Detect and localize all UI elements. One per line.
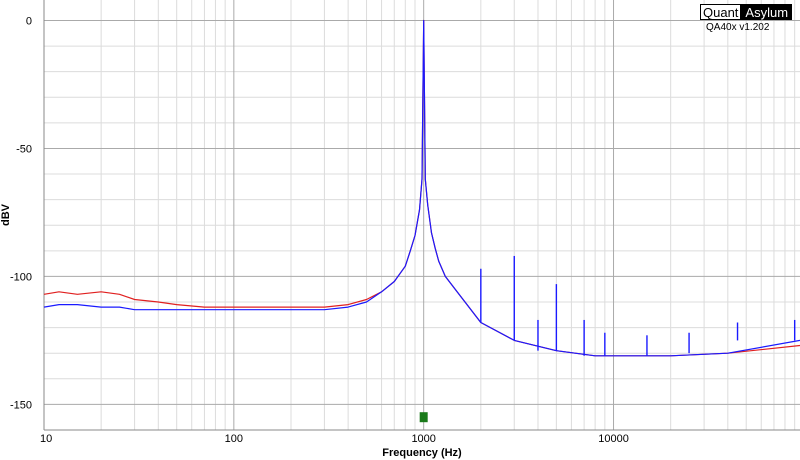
y-tick-label: 0: [26, 15, 32, 27]
y-tick-label: -50: [16, 143, 32, 155]
x-tick-label: 10: [40, 433, 52, 445]
x-tick-label: 1000: [411, 433, 435, 445]
brand-logo: Quant Asylum: [700, 4, 793, 20]
x-tick-labels: 10 100 1000 10000: [40, 433, 629, 445]
brand-logo-part1: Quant: [700, 4, 742, 20]
fundamental-marker[interactable]: [419, 412, 428, 423]
plot-area: [44, 0, 800, 430]
y-axis-title: dBV: [0, 203, 12, 226]
version-label: QA40x v1.202: [706, 22, 770, 33]
x-axis-title: Frequency (Hz): [382, 447, 462, 459]
brand-logo-part2: Asylum: [741, 4, 793, 20]
x-tick-label: 10000: [598, 433, 629, 445]
x-tick-label: 100: [225, 433, 243, 445]
y-tick-label: -150: [10, 399, 32, 411]
spectrum-chart: 0 -50 -100 -150 10 100 1000 10000 Frequency (H…: [0, 0, 800, 459]
y-tick-label: -100: [10, 271, 32, 283]
y-tick-labels: 0 -50 -100 -150: [10, 15, 32, 411]
fundamental-marker-layer: [419, 412, 428, 423]
